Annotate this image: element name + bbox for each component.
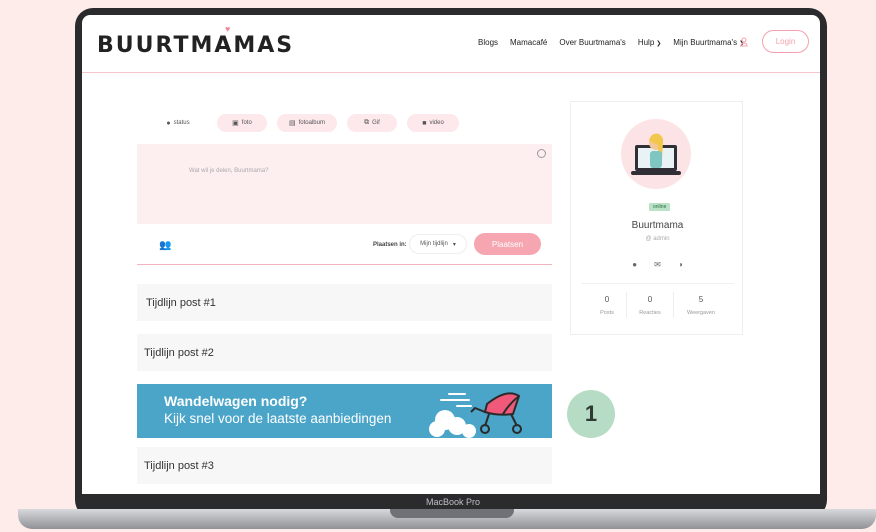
laptop-notch (390, 509, 514, 518)
tab-fotoalbum[interactable]: ▤ fotoalbum (277, 114, 337, 132)
timeline-post[interactable]: Tijdlijn post #1 (137, 284, 552, 321)
people-icon[interactable]: 👥 (159, 240, 171, 251)
tab-foto[interactable]: ▣ foto (217, 114, 267, 132)
banner-title: Wandelwagen nodig? (164, 393, 308, 409)
avatar-illustration-icon (631, 133, 681, 175)
site-header: BUURTMAMAS ♥ Blogs Mamacafé Over Buurtma… (82, 15, 820, 73)
profile-actions: ● ✉ ◑ (571, 260, 744, 269)
chevron-down-icon: ❯ (656, 41, 662, 47)
album-icon: ▤ (289, 120, 296, 127)
camera-icon: ▣ (232, 120, 239, 127)
device-label: MacBook Pro (425, 497, 481, 507)
gif-icon: ⧉ (364, 119, 370, 126)
emoji-icon[interactable] (537, 149, 546, 158)
nav-item-blogs[interactable]: Blogs (478, 38, 498, 47)
avatar[interactable] (621, 119, 691, 189)
nav-item-mamacafe[interactable]: Mamacafé (510, 38, 547, 47)
stat-separator (673, 292, 674, 318)
post-composer-input[interactable]: Wat wil je delen, Buurtmama? (137, 144, 552, 224)
status-badge: online (649, 203, 671, 211)
site-logo[interactable]: BUURTMAMAS (97, 33, 294, 58)
composer-actions: 👥 Plaatsen in: Mijn tijdlijn ▾ Plaatsen (137, 228, 552, 265)
timeline-post[interactable]: Tijdlijn post #2 (137, 334, 552, 371)
nav-item-over[interactable]: Over Buurtmama's (559, 38, 625, 47)
speech-bubble-icon: ● (166, 119, 171, 127)
promo-banner[interactable]: Wandelwagen nodig? Kijk snel voor de laa… (137, 384, 552, 438)
main-nav: Blogs Mamacafé Over Buurtmama's Hulp ❯ Mi… (478, 38, 744, 47)
divider (581, 283, 734, 284)
banner-subtitle: Kijk snel voor de laatste aanbiedingen (164, 411, 392, 426)
globe-icon[interactable]: ◑ (678, 260, 683, 269)
tab-gif[interactable]: ⧉ Gif (347, 114, 397, 132)
submit-post-button[interactable]: Plaatsen (474, 233, 541, 255)
profile-name[interactable]: Buurtmama (571, 220, 744, 231)
stat-weergaven: 5 Weergaven (686, 295, 716, 316)
timeline-post[interactable]: Tijdlijn post #3 (137, 447, 552, 484)
logo-heart-icon: ♥ (225, 24, 231, 34)
stat-reacties: 0 Reacties (639, 295, 661, 316)
mail-icon[interactable]: ✉ (654, 260, 661, 269)
profile-card: online Buurtmama @ admin ● ✉ ◑ 0 Posts 0… (570, 101, 743, 335)
composer-placeholder: Wat wil je delen, Buurtmama? (189, 168, 269, 174)
tab-video[interactable]: ■ video (407, 114, 459, 132)
place-in-label: Plaatsen in: (373, 242, 407, 248)
video-icon: ■ (422, 119, 427, 127)
tab-status[interactable]: ● status (159, 114, 197, 132)
friends-icon[interactable]: ● (632, 260, 637, 269)
pram-icon (429, 392, 522, 438)
nav-item-hulp[interactable]: Hulp ❯ (638, 38, 661, 47)
profile-username: @ admin (645, 236, 670, 242)
composer-tabs: ● status ▣ foto ▤ fotoalbum ⧉ Gif ■ vide… (159, 114, 489, 132)
screen: BUURTMAMAS ♥ Blogs Mamacafé Over Buurtma… (82, 15, 820, 494)
place-in-select[interactable]: Mijn tijdlijn ▾ (409, 234, 467, 254)
login-button[interactable]: Login (762, 30, 809, 53)
nav-item-mijn[interactable]: Mijn Buurtmama's ❯ (673, 38, 744, 47)
step-number-badge: 1 (567, 390, 615, 438)
user-icon[interactable] (740, 37, 748, 47)
chevron-down-icon: ▾ (452, 241, 456, 248)
